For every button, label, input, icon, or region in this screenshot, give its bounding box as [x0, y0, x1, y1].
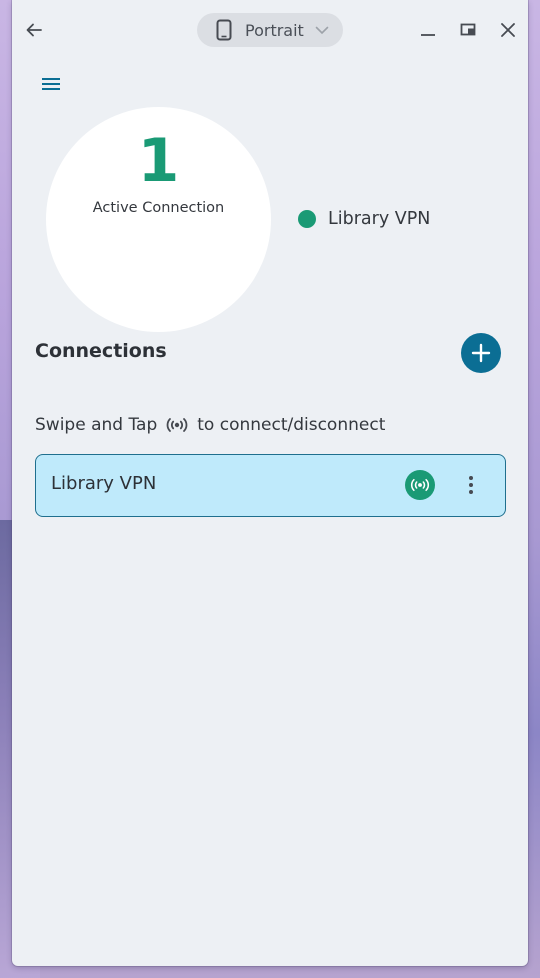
minimize-icon	[421, 34, 435, 36]
connection-menu-button[interactable]	[459, 473, 483, 497]
close-icon	[501, 23, 515, 37]
more-vertical-icon	[469, 476, 473, 494]
menu-button[interactable]	[38, 73, 64, 95]
connections-heading: Connections	[35, 340, 167, 362]
back-button[interactable]	[22, 18, 46, 42]
connection-toggle-button[interactable]	[405, 470, 435, 500]
close-button[interactable]	[497, 19, 519, 41]
phone-icon	[215, 19, 233, 41]
broadcast-icon	[166, 414, 188, 436]
restore-button[interactable]	[457, 19, 479, 41]
broadcast-icon	[410, 478, 430, 492]
restore-icon	[460, 23, 476, 36]
minimize-button[interactable]	[417, 19, 439, 41]
hint-text-before: Swipe and Tap	[35, 415, 158, 435]
app-window: Portrait 1 Active Connection Library VPN…	[12, 0, 528, 966]
plus-icon	[471, 343, 491, 363]
legend-item: Library VPN	[298, 206, 430, 232]
orientation-label: Portrait	[245, 20, 304, 40]
connection-item[interactable]: Library VPN	[35, 454, 506, 517]
legend-dot	[298, 210, 316, 228]
orientation-selector[interactable]: Portrait	[197, 13, 343, 47]
connect-hint: Swipe and Tap to connect/disconnect	[35, 412, 385, 438]
arrow-left-icon	[26, 23, 42, 37]
active-connection-count: 1	[137, 126, 180, 196]
connection-name: Library VPN	[51, 473, 157, 494]
legend-label: Library VPN	[328, 209, 431, 229]
active-connection-summary: 1 Active Connection	[46, 107, 271, 332]
active-connection-label: Active Connection	[92, 200, 225, 216]
add-connection-button[interactable]	[461, 333, 501, 373]
title-bar: Portrait	[12, 0, 528, 60]
hamburger-menu-icon	[42, 78, 60, 90]
hint-text-after: to connect/disconnect	[197, 415, 386, 435]
chevron-down-icon	[314, 22, 330, 38]
